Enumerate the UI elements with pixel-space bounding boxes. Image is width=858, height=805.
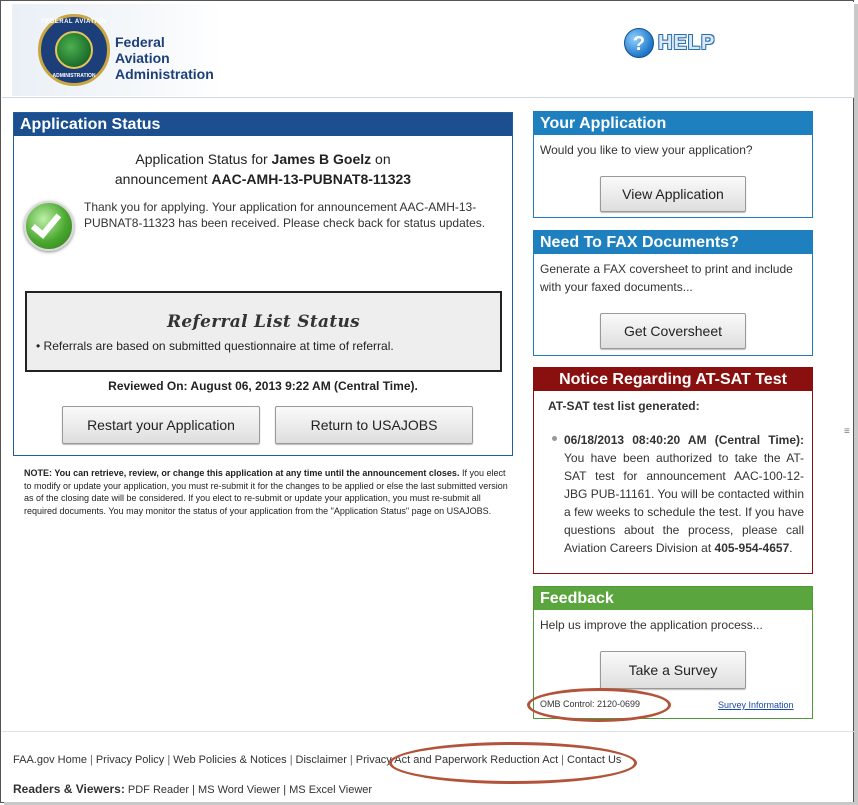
org-name-line1: Federal Aviation [115, 34, 170, 66]
atsat-body: You have been authorized to take the AT-… [564, 451, 804, 555]
fax-documents-panel: Need To FAX Documents? Generate a FAX co… [533, 230, 813, 356]
readers-viewers: Readers & Viewers: PDF Reader | MS Word … [13, 782, 372, 796]
pdf-reader-link[interactable]: PDF Reader [128, 784, 189, 796]
application-note: NOTE: You can retrieve, review, or chang… [24, 467, 508, 517]
faa-logo-area[interactable]: FEDERAL AVIATION ADMINISTRATION Federal … [12, 4, 222, 96]
checkmark-icon [24, 201, 74, 251]
take-survey-button[interactable]: Take a Survey [600, 651, 746, 689]
get-coversheet-button[interactable]: Get Coversheet [600, 313, 746, 349]
referral-list-status-box: Referral List Status • Referrals are bas… [25, 291, 502, 372]
your-application-title: Your Application [534, 112, 812, 135]
footer-link-faa-home[interactable]: FAA.gov Home [13, 754, 87, 766]
announcement-id: AAC-AMH-13-PUBNAT8-11323 [211, 171, 412, 187]
footer-separator: | [349, 754, 353, 766]
feedback-title: Feedback [534, 587, 812, 610]
footer-separator: | [89, 754, 93, 766]
status-suffix: on [371, 151, 391, 167]
atsat-notice-panel: Notice Regarding AT-SAT Test AT-SAT test… [533, 367, 813, 574]
annotation-oval-omb [527, 688, 671, 722]
fax-title: Need To FAX Documents? [534, 231, 812, 254]
org-name-line2: Administration [115, 66, 214, 82]
excel-viewer-link[interactable]: MS Excel Viewer [289, 784, 372, 796]
org-name: Federal Aviation Administration [115, 34, 222, 82]
globe-icon [55, 31, 93, 69]
feedback-text: Help us improve the application process.… [540, 618, 763, 632]
status-prefix: Application Status for [135, 151, 272, 167]
status-line-2: announcement AAC-AMH-13-PUBNAT8-11323 [14, 169, 512, 189]
seal-bottom-text: ADMINISTRATION [52, 73, 96, 79]
footer-divider [2, 731, 854, 732]
bullet-icon [552, 436, 557, 441]
footer-separator: | [189, 784, 199, 796]
survey-information-link[interactable]: Survey Information [718, 700, 794, 710]
applicant-name: James B Goelz [271, 151, 372, 167]
thank-you-message: Thank you for applying. Your application… [84, 200, 486, 230]
footer-link-disclaimer[interactable]: Disclaimer [296, 754, 347, 766]
atsat-notice-item: 06/18/2013 08:40:20 AM (Central Time): Y… [564, 431, 804, 557]
atsat-subtitle: AT-SAT test list generated: [548, 399, 700, 413]
window-shadow-right [854, 4, 858, 805]
note-bold: NOTE: You can retrieve, review, or chang… [24, 468, 460, 478]
footer-separator: | [280, 784, 290, 796]
application-status-panel: Application Status Application Status fo… [13, 112, 513, 456]
word-viewer-link[interactable]: MS Word Viewer [198, 784, 280, 796]
fax-text: Generate a FAX coversheet to print and i… [540, 262, 793, 294]
question-mark-icon: ? [624, 28, 654, 58]
footer-separator: | [167, 754, 171, 766]
resize-grip-icon[interactable]: ≡ [844, 426, 850, 437]
referral-note: • Referrals are based on submitted quest… [36, 339, 394, 353]
status-line-1: Application Status for James B Goelz on [14, 149, 512, 169]
application-status-title: Application Status [14, 113, 512, 136]
footer-link-web-policies[interactable]: Web Policies & Notices [173, 754, 287, 766]
readers-label: Readers & Viewers: [13, 782, 125, 796]
site-header: FEDERAL AVIATION ADMINISTRATION Federal … [2, 2, 854, 98]
footer-separator: | [289, 754, 293, 766]
page-frame: FEDERAL AVIATION ADMINISTRATION Federal … [0, 0, 854, 803]
faa-seal-logo: FEDERAL AVIATION ADMINISTRATION [38, 14, 110, 86]
seal-top-text: FEDERAL AVIATION [41, 19, 107, 25]
restart-application-button[interactable]: Restart your Application [62, 406, 260, 444]
status-summary: Application Status for James B Goelz on … [14, 149, 512, 189]
annotation-oval-privacy [389, 742, 637, 784]
atsat-title: Notice Regarding AT-SAT Test [534, 368, 812, 391]
footer-link-privacy-policy[interactable]: Privacy Policy [96, 754, 164, 766]
view-application-button[interactable]: View Application [600, 176, 746, 212]
atsat-date: 06/18/2013 08:40:20 AM (Central Time): [564, 433, 804, 447]
help-button[interactable]: ? HELP [624, 28, 715, 58]
your-application-text: Would you like to view your application? [540, 143, 753, 157]
atsat-end: . [789, 541, 793, 555]
atsat-phone: 405-954-4657 [714, 541, 790, 555]
your-application-panel: Your Application Would you like to view … [533, 111, 813, 218]
help-label: HELP [658, 31, 716, 54]
return-to-usajobs-button[interactable]: Return to USAJOBS [275, 406, 473, 444]
referral-title: Referral List Status [166, 312, 361, 332]
reviewed-on: Reviewed On: August 06, 2013 9:22 AM (Ce… [108, 379, 418, 393]
announcement-prefix: announcement [114, 171, 212, 187]
